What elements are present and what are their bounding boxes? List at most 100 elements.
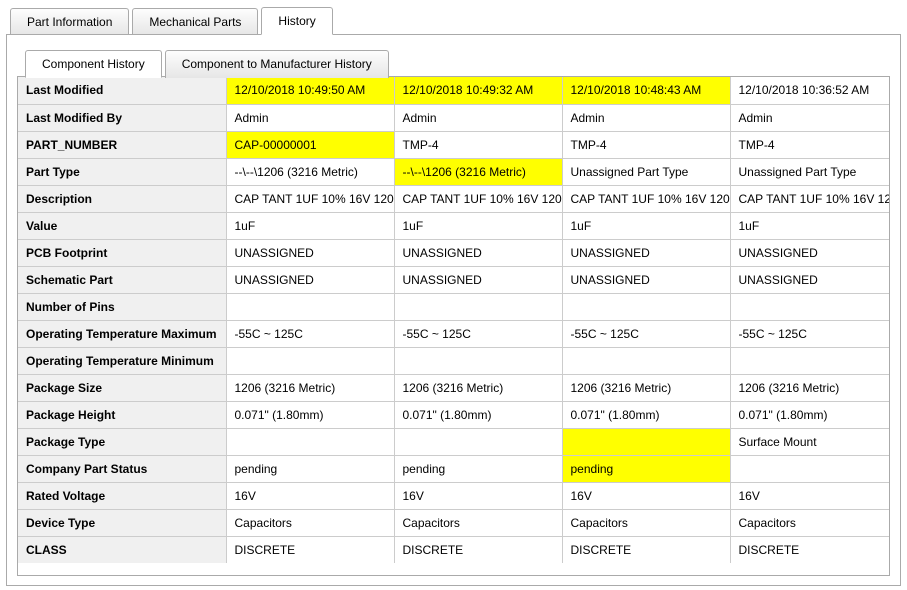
history-cell[interactable]: pending — [562, 455, 730, 482]
history-cell[interactable]: UNASSIGNED — [562, 266, 730, 293]
history-cell[interactable]: 0.071" (1.80mm) — [226, 401, 394, 428]
history-cell[interactable]: 0.071" (1.80mm) — [394, 401, 562, 428]
table-row: CLASSDISCRETEDISCRETEDISCRETEDISCRETE — [18, 536, 890, 563]
row-label: CLASS — [18, 536, 226, 563]
history-cell[interactable]: Surface Mount — [730, 428, 890, 455]
history-cell[interactable]: CAP-00000001 — [226, 131, 394, 158]
history-cell[interactable] — [394, 347, 562, 374]
history-cell[interactable] — [562, 293, 730, 320]
history-cell[interactable]: 16V — [730, 482, 890, 509]
history-cell[interactable]: Admin — [730, 104, 890, 131]
history-cell[interactable]: UNASSIGNED — [730, 266, 890, 293]
history-cell[interactable] — [562, 347, 730, 374]
row-label: Device Type — [18, 509, 226, 536]
table-row: Part Type--\--\1206 (3216 Metric)--\--\1… — [18, 158, 890, 185]
table-row: Device TypeCapacitorsCapacitorsCapacitor… — [18, 509, 890, 536]
history-cell[interactable]: UNASSIGNED — [394, 266, 562, 293]
history-cell[interactable]: --\--\1206 (3216 Metric) — [394, 158, 562, 185]
table-row: Package Height0.071" (1.80mm)0.071" (1.8… — [18, 401, 890, 428]
table-row: DescriptionCAP TANT 1UF 10% 16V 1206CAP … — [18, 185, 890, 212]
history-cell[interactable] — [730, 455, 890, 482]
history-cell[interactable]: 0.071" (1.80mm) — [730, 401, 890, 428]
history-cell[interactable]: DISCRETE — [562, 536, 730, 563]
history-cell[interactable]: 1uF — [562, 212, 730, 239]
history-cell[interactable]: -55C ~ 125C — [226, 320, 394, 347]
history-cell[interactable]: UNASSIGNED — [730, 239, 890, 266]
history-cell[interactable]: Admin — [562, 104, 730, 131]
history-cell[interactable]: TMP-4 — [394, 131, 562, 158]
history-cell[interactable]: 16V — [226, 482, 394, 509]
history-cell[interactable]: 16V — [562, 482, 730, 509]
row-label: PART_NUMBER — [18, 131, 226, 158]
tab-component-to-manufacturer-history[interactable]: Component to Manufacturer History — [165, 50, 389, 78]
tab-mechanical-parts[interactable]: Mechanical Parts — [132, 8, 258, 35]
history-cell[interactable]: 12/10/2018 10:49:32 AM — [394, 77, 562, 104]
table-row: Number of Pins — [18, 293, 890, 320]
history-cell[interactable] — [394, 428, 562, 455]
history-cell[interactable] — [226, 293, 394, 320]
row-label: Last Modified By — [18, 104, 226, 131]
row-label: Company Part Status — [18, 455, 226, 482]
history-cell[interactable]: Capacitors — [562, 509, 730, 536]
history-cell[interactable]: TMP-4 — [730, 131, 890, 158]
history-panel: Component History Component to Manufactu… — [6, 34, 901, 586]
history-cell[interactable]: Unassigned Part Type — [730, 158, 890, 185]
history-cell[interactable]: 12/10/2018 10:48:43 AM — [562, 77, 730, 104]
tab-component-history[interactable]: Component History — [25, 50, 162, 78]
history-cell[interactable]: 1206 (3216 Metric) — [226, 374, 394, 401]
tab-history[interactable]: History — [261, 7, 332, 35]
history-cell[interactable]: 1uF — [226, 212, 394, 239]
history-cell[interactable]: 0.071" (1.80mm) — [562, 401, 730, 428]
history-cell[interactable]: DISCRETE — [730, 536, 890, 563]
history-cell[interactable]: -55C ~ 125C — [730, 320, 890, 347]
history-cell[interactable]: CAP TANT 1UF 10% 16V 1206 — [562, 185, 730, 212]
history-cell[interactable]: -55C ~ 125C — [562, 320, 730, 347]
history-cell[interactable]: 1uF — [730, 212, 890, 239]
history-cell[interactable]: Admin — [394, 104, 562, 131]
main-tabs: Part Information Mechanical Parts Histor… — [10, 6, 901, 34]
history-cell[interactable]: UNASSIGNED — [562, 239, 730, 266]
history-cell[interactable] — [730, 293, 890, 320]
history-cell[interactable]: 1206 (3216 Metric) — [562, 374, 730, 401]
history-cell[interactable]: 16V — [394, 482, 562, 509]
history-cell[interactable]: Unassigned Part Type — [562, 158, 730, 185]
row-label: Rated Voltage — [18, 482, 226, 509]
history-cell[interactable]: CAP TANT 1UF 10% 16V 1206 — [394, 185, 562, 212]
history-cell[interactable]: -55C ~ 125C — [394, 320, 562, 347]
row-label: Operating Temperature Minimum — [18, 347, 226, 374]
history-cell[interactable]: UNASSIGNED — [226, 266, 394, 293]
history-cell[interactable]: DISCRETE — [394, 536, 562, 563]
sub-tabs: Component History Component to Manufactu… — [25, 49, 890, 77]
history-cell[interactable]: 1uF — [394, 212, 562, 239]
row-label: Schematic Part — [18, 266, 226, 293]
tab-part-information[interactable]: Part Information — [10, 8, 129, 35]
history-cell[interactable]: TMP-4 — [562, 131, 730, 158]
table-row: PART_NUMBERCAP-00000001TMP-4TMP-4TMP-4 — [18, 131, 890, 158]
history-cell[interactable] — [226, 347, 394, 374]
history-cell[interactable]: Capacitors — [730, 509, 890, 536]
history-cell[interactable]: 12/10/2018 10:49:50 AM — [226, 77, 394, 104]
history-cell[interactable]: CAP TANT 1UF 10% 16V 1206 — [226, 185, 394, 212]
history-cell[interactable]: Capacitors — [394, 509, 562, 536]
history-cell[interactable]: UNASSIGNED — [394, 239, 562, 266]
history-cell[interactable]: pending — [394, 455, 562, 482]
row-label: Last Modified — [18, 77, 226, 104]
history-cell[interactable] — [226, 428, 394, 455]
row-label: Description — [18, 185, 226, 212]
history-cell[interactable]: CAP TANT 1UF 10% 16V 1206 — [730, 185, 890, 212]
history-cell[interactable] — [562, 428, 730, 455]
history-cell[interactable]: Admin — [226, 104, 394, 131]
table-row: Package TypeSurface Mount — [18, 428, 890, 455]
history-cell[interactable]: --\--\1206 (3216 Metric) — [226, 158, 394, 185]
history-cell[interactable]: UNASSIGNED — [226, 239, 394, 266]
row-label: Package Height — [18, 401, 226, 428]
history-cell[interactable]: pending — [226, 455, 394, 482]
history-cell[interactable] — [730, 347, 890, 374]
history-cell[interactable]: 1206 (3216 Metric) — [394, 374, 562, 401]
row-label: Number of Pins — [18, 293, 226, 320]
history-cell[interactable] — [394, 293, 562, 320]
history-cell[interactable]: 12/10/2018 10:36:52 AM — [730, 77, 890, 104]
history-cell[interactable]: DISCRETE — [226, 536, 394, 563]
history-cell[interactable]: Capacitors — [226, 509, 394, 536]
history-cell[interactable]: 1206 (3216 Metric) — [730, 374, 890, 401]
